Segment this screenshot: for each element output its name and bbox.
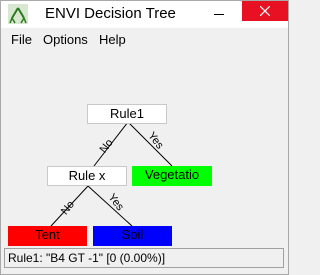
node-rule1-label: Rule1 [110,106,144,121]
node-tent-label: Tent [35,227,60,242]
tree-connectors: No Yes No Yes [50,121,173,227]
menu-bar: File Options Help [1,29,288,49]
node-rule-x-label: Rule x [68,168,106,183]
node-rule1[interactable]: Rule1 [87,104,167,124]
menu-options[interactable]: Options [43,32,88,47]
node-vegetation[interactable]: Vegetatio [132,166,212,186]
node-soil[interactable]: Soil [93,226,172,246]
minimize-button[interactable] [209,5,229,23]
edge-label-rulex-yes: Yes [105,192,126,214]
node-rule-x[interactable]: Rule x [47,166,127,186]
node-vegetation-label: Vegetatio [144,167,200,182]
window-title: ENVI Decision Tree [45,5,176,22]
title-bar[interactable]: ENVI Decision Tree [1,1,288,28]
menu-help[interactable]: Help [99,32,126,47]
decision-tree-app-icon [8,4,28,24]
close-icon [260,6,270,16]
tree-canvas[interactable]: No Yes No Yes Rule1 Rule x Vegetatio Ten… [5,49,285,246]
node-tent[interactable]: Tent [8,226,87,246]
edge-label-root-yes: Yes [145,130,166,152]
decision-tree-window: ENVI Decision Tree File Options Help No … [0,0,289,275]
edge-label-root-no: No [98,137,116,155]
status-bar: Rule1: "B4 GT -1" [0 (0.00%)] [4,248,284,268]
menu-file[interactable]: File [11,32,32,47]
close-button[interactable] [242,1,288,21]
node-soil-label: Soil [121,227,144,242]
